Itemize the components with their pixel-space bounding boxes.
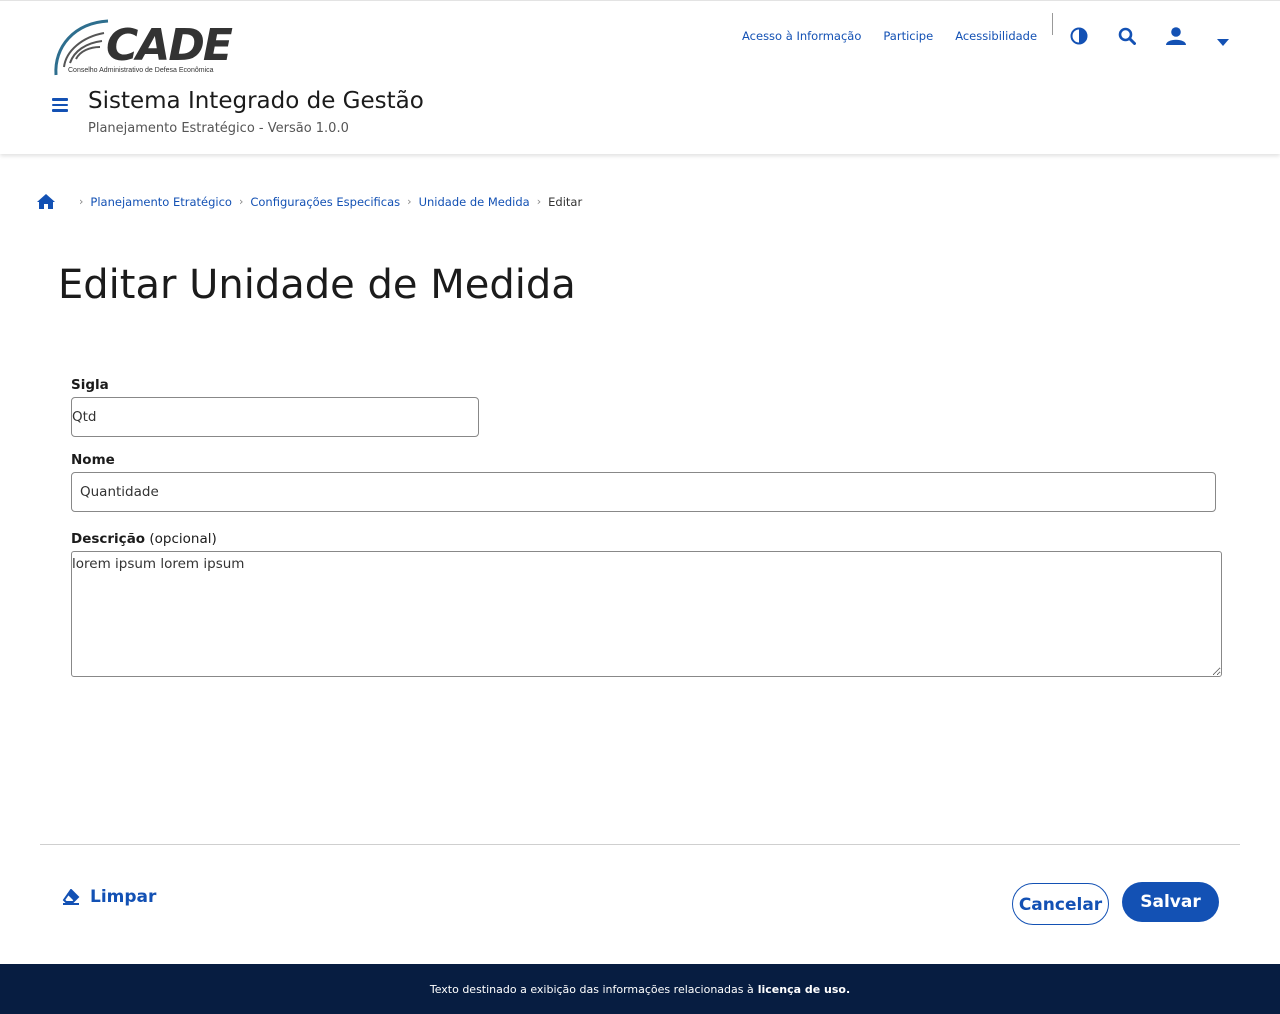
breadcrumb: › Planejamento Etratégico › Configuraçõe… xyxy=(36,193,582,210)
contrast-icon[interactable] xyxy=(1070,27,1090,47)
breadcrumb-current: Editar xyxy=(548,194,583,209)
page-title: Editar Unidade de Medida xyxy=(58,262,576,308)
header-divider xyxy=(1052,13,1053,35)
chevron-right-icon: › xyxy=(79,195,84,208)
sigla-input[interactable] xyxy=(71,397,479,437)
nome-input[interactable] xyxy=(71,472,1216,512)
eraser-icon xyxy=(62,889,80,905)
caret-down-icon[interactable] xyxy=(1217,32,1237,52)
logo-text: CADE xyxy=(106,20,233,71)
save-button[interactable]: Salvar xyxy=(1122,882,1219,922)
clear-button[interactable]: Limpar xyxy=(62,887,156,907)
chevron-right-icon: › xyxy=(536,195,542,208)
top-links: Acesso à Informação Participe Acessibili… xyxy=(742,29,1059,43)
link-participe[interactable]: Participe xyxy=(883,29,933,43)
home-icon[interactable] xyxy=(36,193,56,210)
sigla-label: Sigla xyxy=(71,377,109,393)
system-title: Sistema Integrado de Gestão xyxy=(88,88,424,114)
descricao-label: Descrição (opcional) xyxy=(71,531,217,547)
cancel-button[interactable]: Cancelar xyxy=(1012,883,1109,925)
license-link[interactable]: licença de uso. xyxy=(758,983,850,996)
descricao-textarea[interactable]: lorem ipsum lorem ipsum xyxy=(71,551,1222,677)
hamburger-menu-icon[interactable] xyxy=(52,98,68,112)
nome-label: Nome xyxy=(71,452,115,468)
user-icon[interactable] xyxy=(1165,27,1186,47)
clear-button-label: Limpar xyxy=(90,887,157,907)
breadcrumb-configuracoes[interactable]: Configurações Especificas xyxy=(250,195,400,209)
system-subtitle: Planejamento Estratégico - Versão 1.0.0 xyxy=(88,121,349,136)
breadcrumb-planejamento[interactable]: Planejamento Etratégico xyxy=(90,195,232,209)
breadcrumb-unidade-medida[interactable]: Unidade de Medida xyxy=(419,195,530,209)
chevron-right-icon: › xyxy=(238,195,244,208)
logo-subtitle: Conselho Administrativo de Defesa Econôm… xyxy=(68,67,214,74)
cade-logo[interactable]: CADE Conselho Administrativo de Defesa E… xyxy=(52,17,242,79)
search-icon[interactable] xyxy=(1118,27,1138,47)
footer-text: Texto destinado a exibição das informaçõ… xyxy=(429,982,754,996)
chevron-right-icon: › xyxy=(407,195,412,208)
link-acesso-informacao[interactable]: Acesso à Informação xyxy=(742,29,861,43)
site-footer: Texto destinado a exibição das informaçõ… xyxy=(0,964,1280,1014)
link-acessibilidade[interactable]: Acessibilidade xyxy=(955,29,1037,43)
actions-divider xyxy=(40,844,1240,845)
site-header: CADE Conselho Administrativo de Defesa E… xyxy=(0,0,1280,154)
